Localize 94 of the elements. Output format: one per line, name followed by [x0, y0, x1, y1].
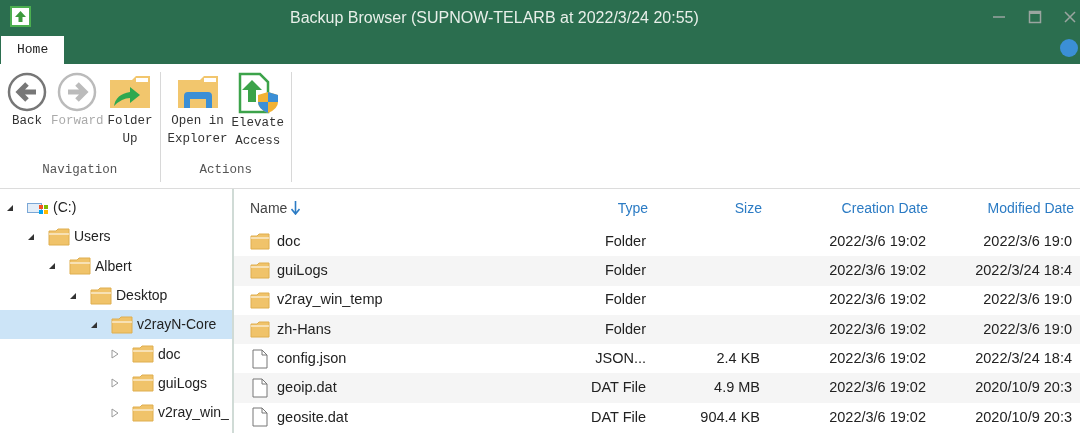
tree-label: Users — [74, 227, 111, 247]
table-cell-text: Folder — [603, 290, 647, 310]
file-row[interactable]: config.json JSON... 2.4 KB 2022/3/6 19:02 2022/3/24 18:4 — [234, 344, 1080, 374]
tree-label: (C:) — [53, 198, 77, 218]
table-cell-text: 2022/3/6 19:0 — [982, 231, 1073, 251]
back-button[interactable]: Back — [6, 72, 48, 162]
table-cell-text: 2022/3/6 19:02 — [828, 261, 927, 281]
file-icon — [252, 407, 268, 428]
table-cell-text: 2.4 KB — [715, 348, 761, 368]
expanded-arrow-icon[interactable] — [27, 232, 35, 241]
expanded-arrow-icon[interactable] — [69, 291, 77, 300]
ribbon-group-label: Navigation — [42, 162, 118, 180]
elevate-button[interactable]: Elevate Access — [230, 72, 286, 162]
collapsed-arrow-icon[interactable] — [111, 407, 119, 418]
tree-label: Albert — [95, 256, 132, 276]
table-cell-text: 2022/3/6 19:02 — [828, 319, 927, 339]
folder-icon — [48, 227, 70, 246]
table-cell-text: 2022/3/24 18:4 — [974, 261, 1073, 281]
collapsed-arrow-icon[interactable] — [111, 349, 119, 360]
tree-item[interactable]: Users — [0, 222, 232, 252]
file-row[interactable]: geoip.dat DAT File 4.9 MB 2022/3/6 19:02 2020/10/9 20:3 — [234, 373, 1080, 403]
file-row[interactable]: v2ray_win_temp Folder 2022/3/6 19:02 2022/3/6 19:0 — [234, 285, 1080, 315]
folder-icon — [250, 321, 270, 339]
table-cell-text: DAT File — [589, 407, 647, 427]
tree-label: Desktop — [116, 286, 168, 306]
tree-item[interactable]: (C:) — [0, 193, 232, 223]
expanded-arrow-icon[interactable] — [6, 203, 14, 212]
tree-item[interactable]: Albert — [0, 251, 232, 281]
file-name: config.json — [277, 348, 347, 368]
collapsed-arrow-icon[interactable] — [111, 378, 119, 389]
column-header[interactable]: Modified Date — [928, 197, 1074, 219]
explorer-button[interactable]: Open in Explorer — [166, 72, 229, 162]
file-name: doc — [277, 231, 301, 251]
file-name: zh-Hans — [277, 319, 331, 339]
table-cell-text: Folder — [603, 261, 647, 281]
table-cell-text: Folder — [603, 319, 647, 339]
table-cell-text: 2022/3/6 19:02 — [828, 348, 927, 368]
folder-icon — [250, 233, 270, 251]
table-cell-text: 4.9 MB — [713, 378, 761, 398]
tree-label: v2rayN-Core — [137, 315, 217, 335]
tree-label: guiLogs — [158, 373, 208, 393]
table-cell-text: 2022/3/6 19:02 — [828, 290, 927, 310]
tree-item[interactable]: v2rayN-Core — [0, 310, 232, 340]
ribbon-tab[interactable]: Home — [1, 36, 65, 64]
tree-item[interactable]: v2ray_win_ — [0, 398, 232, 428]
folder-up-button[interactable]: Folder Up — [106, 72, 154, 162]
folder-icon — [132, 374, 154, 393]
tree-item[interactable]: Desktop — [0, 280, 232, 311]
column-header[interactable]: Name — [234, 197, 540, 219]
file-icon — [252, 378, 268, 399]
table-cell-text: 904.4 KB — [699, 407, 761, 427]
file-name: geoip.dat — [277, 378, 337, 398]
table-cell-text: 2022/3/6 19:02 — [828, 378, 927, 398]
folder-icon — [90, 286, 112, 305]
file-name: v2ray_win_temp — [277, 290, 383, 310]
expanded-arrow-icon[interactable] — [48, 262, 56, 271]
folder-icon — [132, 345, 154, 364]
table-cell-text: 2020/10/9 20:3 — [974, 407, 1073, 427]
window-title: Backup Browser (SUPNOW-TELARB at 2022/3/24 20:55) — [290, 8, 699, 28]
close-icon[interactable] — [1064, 10, 1076, 23]
file-icon — [252, 348, 268, 369]
file-name: guiLogs — [277, 261, 328, 281]
file-row[interactable]: geosite.dat DAT File 904.4 KB 2022/3/6 19:02 2020/10/9 20:3 — [234, 402, 1080, 433]
expanded-arrow-icon[interactable] — [90, 320, 98, 329]
file-row[interactable]: doc Folder 2022/3/6 19:02 2022/3/6 19:0 — [234, 227, 1080, 257]
folder-icon — [132, 403, 154, 422]
folder-icon — [111, 315, 133, 334]
tree-item[interactable]: doc — [0, 339, 232, 369]
tree-label: v2ray_win_ — [158, 403, 229, 423]
tree-item[interactable]: guiLogs — [0, 368, 232, 399]
folder-icon — [250, 262, 270, 280]
table-cell-text: DAT File — [589, 378, 647, 398]
table-cell-text: 2022/3/24 18:4 — [974, 348, 1073, 368]
folder-icon — [69, 257, 91, 276]
table-cell-text: 2022/3/6 19:02 — [828, 407, 927, 427]
column-header[interactable]: Creation Date — [762, 197, 928, 219]
folder-icon — [250, 291, 270, 309]
table-cell-text: 2020/10/9 20:3 — [974, 378, 1073, 398]
file-row[interactable]: zh-Hans Folder 2022/3/6 19:02 2022/3/6 19:0 — [234, 314, 1080, 345]
table-cell-text: 2022/3/6 19:0 — [982, 290, 1073, 310]
column-header[interactable]: Size — [648, 197, 762, 219]
drive-icon — [27, 200, 49, 215]
table-cell-text: 2022/3/6 19:0 — [982, 319, 1073, 339]
column-header[interactable]: Type — [540, 197, 648, 219]
tree-label: doc — [158, 344, 181, 364]
app-logo-icon — [10, 6, 31, 27]
file-name: geosite.dat — [277, 407, 348, 427]
table-cell-text: JSON... — [594, 348, 647, 368]
sort-down-arrow-icon — [291, 201, 301, 215]
table-cell-text: Folder — [603, 231, 647, 251]
file-row[interactable]: guiLogs Folder 2022/3/6 19:02 2022/3/24 18:4 — [234, 256, 1080, 286]
table-cell-text: 2022/3/6 19:02 — [828, 231, 927, 251]
ribbon-group-label: Actions — [199, 162, 253, 180]
maximize-icon[interactable] — [1028, 9, 1042, 24]
